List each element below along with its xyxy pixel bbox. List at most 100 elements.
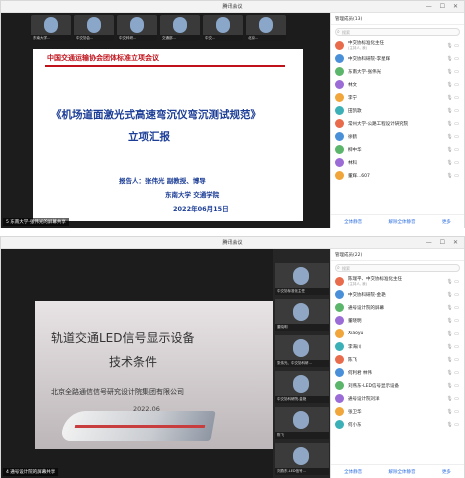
slide-date: 2022年06月15日 <box>173 205 229 213</box>
mute-all-button[interactable]: 全体静音 <box>344 219 362 225</box>
microphone-icon[interactable]: 🎙 <box>446 422 453 428</box>
camera-icon[interactable]: ▭ <box>453 344 460 350</box>
camera-icon[interactable]: ▭ <box>453 279 460 285</box>
screen-share-label: 5 东南大学-张伟光的屏幕共享 <box>3 218 69 226</box>
microphone-icon[interactable]: 🎙 <box>446 160 453 166</box>
unmute-all-button[interactable]: 解除全体静音 <box>388 469 415 475</box>
camera-icon[interactable]: ▭ <box>453 69 460 75</box>
participant-face <box>293 267 309 285</box>
more-button[interactable]: 更多 <box>442 469 451 475</box>
member-row[interactable]: 通号设计院刘洋 🎙 ▭ <box>331 392 464 405</box>
member-row[interactable]: 常州大学-公路工程设计研究院 🎙 ▭ <box>331 117 464 130</box>
member-row[interactable]: 陈瑞平、中交协标准化主任 (主持人, 我) 🎙 ▭ <box>331 275 464 288</box>
video-thumbnail[interactable]: 中交... <box>203 15 243 41</box>
member-row[interactable]: 东南大学-张伟光 🎙 ▭ <box>331 65 464 78</box>
member-row[interactable]: 张卫华 🎙 ▭ <box>331 405 464 418</box>
member-row[interactable]: 董辉...607 🎙 ▭ <box>331 169 464 182</box>
microphone-icon[interactable]: 🎙 <box>446 121 453 127</box>
camera-icon[interactable]: ▭ <box>453 121 460 127</box>
mute-all-button[interactable]: 全体静音 <box>344 469 362 475</box>
camera-icon[interactable]: ▭ <box>453 357 460 363</box>
microphone-icon[interactable]: 🎙 <box>446 108 453 114</box>
member-row[interactable]: 林文 🎙 ▭ <box>331 78 464 91</box>
video-tile[interactable]: 中交协科研院-金艳 <box>275 371 329 403</box>
member-row[interactable]: 李海川 🎙 ▭ <box>331 340 464 353</box>
microphone-icon[interactable]: 🎙 <box>446 279 453 285</box>
presentation-slide: 中国交通运输协会团体标准立项会议 《机场道面激光式高速弯沉仪弯沉测试规范》 立项… <box>33 49 303 221</box>
microphone-icon[interactable]: 🎙 <box>446 56 453 62</box>
camera-icon[interactable]: ▭ <box>453 422 460 428</box>
microphone-icon[interactable]: 🎙 <box>446 292 453 298</box>
microphone-icon[interactable]: 🎙 <box>446 383 453 389</box>
microphone-icon[interactable]: 🎙 <box>446 43 453 49</box>
microphone-icon[interactable]: 🎙 <box>446 370 453 376</box>
microphone-icon[interactable]: 🎙 <box>446 95 453 101</box>
camera-icon[interactable]: ▭ <box>453 370 460 376</box>
member-row[interactable]: 董晓明 🎙 ▭ <box>331 314 464 327</box>
member-row[interactable]: 何利君 林伟 🎙 ▭ <box>331 366 464 379</box>
microphone-icon[interactable]: 🎙 <box>446 318 453 324</box>
member-row[interactable]: 陈飞 🎙 ▭ <box>331 353 464 366</box>
camera-icon[interactable]: ▭ <box>453 108 460 114</box>
video-thumbnail[interactable]: 北京... <box>246 15 286 41</box>
camera-icon[interactable]: ▭ <box>453 409 460 415</box>
member-row[interactable]: 柳中华 🎙 ▭ <box>331 143 464 156</box>
more-button[interactable]: 更多 <box>442 219 451 225</box>
camera-icon[interactable]: ▭ <box>453 318 460 324</box>
member-row[interactable]: 田凯歌 🎙 ▭ <box>331 104 464 117</box>
member-search-input[interactable]: ⌕ 搜索 <box>335 264 460 272</box>
camera-icon[interactable]: ▭ <box>453 173 460 179</box>
member-row[interactable]: 徐鹤 🎙 ▭ <box>331 130 464 143</box>
video-tile[interactable]: 张伟光、中交协科研... <box>275 335 329 367</box>
camera-icon[interactable]: ▭ <box>453 43 460 49</box>
camera-icon[interactable]: ▭ <box>453 56 460 62</box>
member-row[interactable]: 何小东 🎙 ▭ <box>331 418 464 431</box>
camera-icon[interactable]: ▭ <box>453 331 460 337</box>
video-tile[interactable]: 陈飞 <box>275 407 329 439</box>
participant-face <box>173 17 187 33</box>
video-tile[interactable]: 中交协标准化主任 <box>275 263 329 295</box>
microphone-icon[interactable]: 🎙 <box>446 357 453 363</box>
camera-icon[interactable]: ▭ <box>453 160 460 166</box>
member-search-input[interactable]: ⌕ 搜索 <box>335 28 460 36</box>
microphone-icon[interactable]: 🎙 <box>446 305 453 311</box>
member-row[interactable]: 李宁 🎙 ▭ <box>331 91 464 104</box>
participant-face <box>87 17 101 33</box>
camera-icon[interactable]: ▭ <box>453 82 460 88</box>
window-controls[interactable]: — ☐ ✕ <box>426 237 461 249</box>
microphone-icon[interactable]: 🎙 <box>446 344 453 350</box>
microphone-icon[interactable]: 🎙 <box>446 331 453 337</box>
video-tile[interactable]: 刘燕东-LED信号... <box>275 443 329 475</box>
member-row[interactable]: 中交协科研院-李星辉 🎙 ▭ <box>331 52 464 65</box>
camera-icon[interactable]: ▭ <box>453 305 460 311</box>
window-controls[interactable]: — ☐ ✕ <box>426 1 461 13</box>
camera-icon[interactable]: ▭ <box>453 292 460 298</box>
camera-icon[interactable]: ▭ <box>453 134 460 140</box>
video-thumbnail[interactable]: 中交科研... <box>117 15 157 41</box>
member-row[interactable]: 林科 🎙 ▭ <box>331 156 464 169</box>
member-row[interactable]: Xiaoyu 🎙 ▭ <box>331 327 464 340</box>
microphone-icon[interactable]: 🎙 <box>446 147 453 153</box>
microphone-icon[interactable]: 🎙 <box>446 409 453 415</box>
camera-icon[interactable]: ▭ <box>453 383 460 389</box>
microphone-icon[interactable]: 🎙 <box>446 82 453 88</box>
camera-icon[interactable]: ▭ <box>453 396 460 402</box>
microphone-icon[interactable]: 🎙 <box>446 134 453 140</box>
participant-face <box>293 339 309 357</box>
member-row[interactable]: 刘燕东-LED信号显示设备 🎙 ▭ <box>331 379 464 392</box>
microphone-icon[interactable]: 🎙 <box>446 173 453 179</box>
microphone-icon[interactable]: 🎙 <box>446 396 453 402</box>
member-role: (主持人, 我) <box>348 282 367 286</box>
microphone-icon[interactable]: 🎙 <box>446 69 453 75</box>
participant-face <box>44 17 58 33</box>
camera-icon[interactable]: ▭ <box>453 147 460 153</box>
video-thumbnail[interactable]: 东南大学... <box>31 15 71 41</box>
video-tile[interactable]: 董晓明 <box>275 299 329 331</box>
video-thumbnail[interactable]: 交通部... <box>160 15 200 41</box>
member-row[interactable]: 中交协标准化主任 (主持人, 我) 🎙 ▭ <box>331 39 464 52</box>
member-row[interactable]: 通号设计院的屏幕 🎙 ▭ <box>331 301 464 314</box>
unmute-all-button[interactable]: 解除全体静音 <box>388 219 415 225</box>
camera-icon[interactable]: ▭ <box>453 95 460 101</box>
video-thumbnail[interactable]: 中交协会... <box>74 15 114 41</box>
member-row[interactable]: 中交协科研院-金艳 🎙 ▭ <box>331 288 464 301</box>
